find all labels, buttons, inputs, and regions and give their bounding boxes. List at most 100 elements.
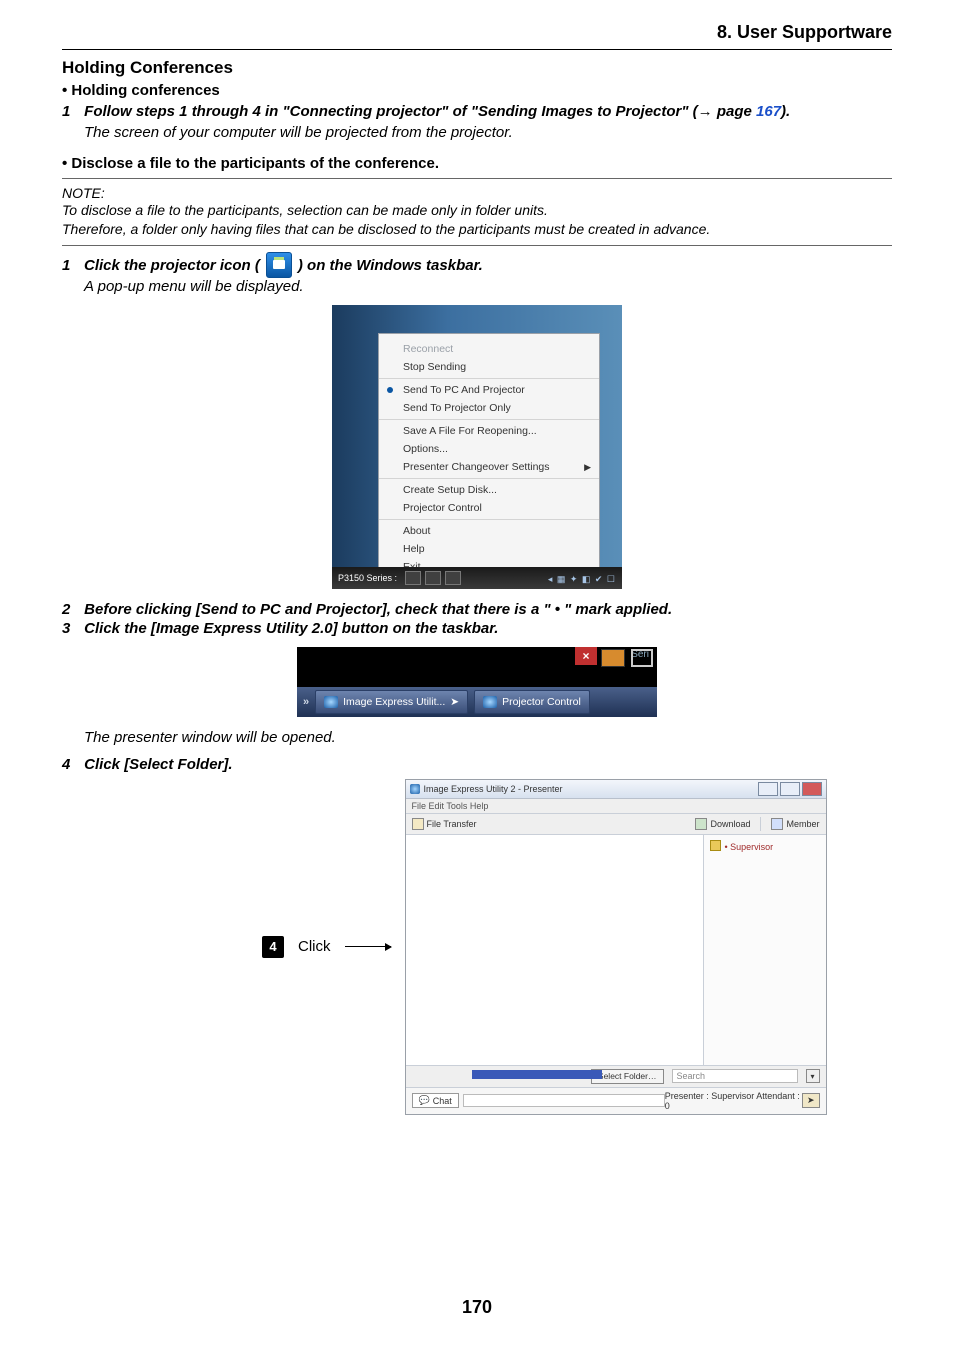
menu-send-pc-and-projector[interactable]: Send To PC And Projector (379, 381, 599, 399)
chat-label: Chat (433, 1096, 452, 1106)
app-icon (324, 696, 338, 708)
mini-icon (601, 649, 625, 667)
taskbar-button-projector-control[interactable]: Projector Control (474, 690, 590, 714)
member-icon (771, 818, 783, 830)
menu-bar[interactable]: File Edit Tools Help (406, 799, 826, 814)
close-icon[interactable] (802, 782, 822, 796)
divider (62, 178, 892, 179)
arrow-glyph: → (698, 103, 713, 120)
download-button[interactable]: Download (695, 818, 750, 830)
chat-button[interactable]: 💬Chat (412, 1093, 459, 1108)
page-title: Holding Conferences (62, 58, 892, 78)
footer-bar: 💬Chat Presenter : Supervisor Attendant :… (406, 1087, 826, 1114)
presenter-window-screenshot: Image Express Utility 2 - Presenter File… (405, 779, 827, 1115)
folder-icon (412, 818, 424, 830)
step-text-pre: Click the projector icon ( (84, 257, 260, 274)
window-title-text: Image Express Utility 2 - Presenter (424, 784, 563, 794)
step-4: 4 Click [Select Folder]. (62, 756, 892, 773)
menu-presenter-changeover[interactable]: Presenter Changeover Settings ▶ (379, 458, 599, 476)
taskbar-btn1-label: Image Express Utilit... (343, 696, 445, 708)
menu-save-file-reopen[interactable]: Save A File For Reopening... (379, 422, 599, 440)
taskbar: » Image Express Utilit... ➤ Projector Co… (297, 687, 657, 717)
file-list-panel (406, 835, 704, 1065)
app-icon (410, 784, 420, 794)
menu-reconnect[interactable]: Reconnect (379, 340, 599, 358)
step-2-text: Before clicking [Send to PC and Projecto… (84, 601, 672, 618)
step-2-number: 2 (62, 601, 80, 618)
projector-tray-icon (266, 252, 292, 278)
taskbar-icon (405, 571, 421, 585)
popup-will-display: A pop-up menu will be displayed. (84, 278, 892, 295)
selection-highlight (472, 1070, 602, 1079)
download-label: Download (710, 819, 750, 829)
taskbar-btn2-label: Projector Control (502, 696, 581, 708)
menu-about[interactable]: About (379, 522, 599, 540)
taskbar-systray-icons: ◂ ▦ ✦ ◧ ✔ ☐ (548, 574, 616, 585)
chevron-right-icon[interactable]: » (303, 696, 309, 708)
step-4-text: Click [Select Folder]. (84, 756, 232, 773)
step-1: 1 Follow steps 1 through 4 in "Connectin… (62, 103, 892, 120)
step-click-proj-icon: 1 Click the projector icon ( ) on the Wi… (62, 252, 892, 274)
step-text-post: ) on the Windows taskbar. (298, 257, 483, 274)
step-3: 3 Click the [Image Express Utility 2.0] … (62, 620, 892, 637)
step-2: 2 Before clicking [Send to PC and Projec… (62, 601, 892, 618)
note-label: NOTE: (62, 185, 892, 201)
step-1-subtext: The screen of your computer will be proj… (84, 124, 892, 141)
taskbar-button-image-express[interactable]: Image Express Utilit... ➤ (315, 690, 468, 714)
status-row: x Select Folder… Search ▾ (406, 1065, 826, 1087)
status-text: Presenter : Supervisor Attendant : 0 (665, 1091, 802, 1111)
member-supervisor-row[interactable]: • Supervisor (710, 839, 820, 852)
step-3-text: Click the [Image Express Utility 2.0] bu… (84, 620, 498, 637)
menu-options[interactable]: Options... (379, 440, 599, 458)
app-icon (483, 696, 497, 708)
step-number: 1 (62, 257, 80, 274)
section-holding-conferences: • Holding conferences (62, 82, 892, 99)
callout-click-label: Click (298, 938, 331, 955)
page-number: 170 (0, 1297, 954, 1318)
submenu-arrow-icon: ▶ (584, 462, 591, 473)
close-icon[interactable]: × (575, 647, 597, 665)
step-1-text-pre: Follow steps 1 through 4 in "Connecting … (84, 103, 697, 120)
chat-input[interactable] (463, 1094, 665, 1107)
step-3-number: 3 (62, 620, 80, 637)
step-1-text-post: ). (781, 103, 790, 120)
cursor-icon: ➤ (450, 696, 459, 708)
menu-send-projector-only[interactable]: Send To Projector Only (379, 399, 599, 417)
dropdown-chevron-icon[interactable]: ▾ (806, 1069, 820, 1083)
file-transfer-tab[interactable]: File Transfer (412, 818, 477, 830)
section-disclose-file: • Disclose a file to the participants of… (62, 155, 892, 172)
callout-arrow (345, 946, 391, 947)
search-input[interactable]: Search (672, 1069, 798, 1083)
minimize-icon[interactable] (758, 782, 778, 796)
context-menu-panel: Reconnect Stop Sending Send To PC And Pr… (378, 333, 600, 583)
taskbar-icon (425, 571, 441, 585)
note-line-2: Therefore, a folder only having files th… (62, 220, 892, 239)
taskbar-device-label: P3150 Series : (338, 573, 397, 583)
member-label: Member (786, 819, 819, 829)
divider (760, 817, 761, 831)
menu-changeover-label: Presenter Changeover Settings (403, 461, 550, 473)
member-panel: • Supervisor (704, 835, 826, 1065)
menu-create-setup-disk[interactable]: Create Setup Disk... (379, 481, 599, 499)
callout-badge-4: 4 (262, 936, 284, 958)
file-transfer-label: File Transfer (427, 819, 477, 829)
context-menu-screenshot: Reconnect Stop Sending Send To PC And Pr… (332, 305, 622, 589)
taskbar-icon (445, 571, 461, 585)
toolbar: File Transfer Download Member (406, 814, 826, 835)
maximize-icon[interactable] (780, 782, 800, 796)
page-link-167[interactable]: 167 (756, 103, 781, 120)
menu-stop-sending[interactable]: Stop Sending (379, 358, 599, 376)
menu-send-pc-proj-label: Send To PC And Projector (403, 384, 525, 396)
divider (62, 245, 892, 246)
taskbar-crop: P3150 Series : ◂ ▦ ✦ ◧ ✔ ☐ (332, 567, 622, 589)
step-4-number: 4 (62, 756, 80, 773)
menu-projector-control[interactable]: Projector Control (379, 499, 599, 517)
mini-icon (631, 649, 653, 667)
menu-help[interactable]: Help (379, 540, 599, 558)
window-titlebar: Image Express Utility 2 - Presenter (406, 780, 826, 799)
supervisor-label: • Supervisor (725, 842, 774, 852)
member-button[interactable]: Member (771, 818, 819, 830)
send-icon[interactable]: ➤ (802, 1093, 819, 1108)
note-line-1: To disclose a file to the participants, … (62, 201, 892, 220)
select-folder-button[interactable]: Select Folder… (591, 1069, 664, 1084)
